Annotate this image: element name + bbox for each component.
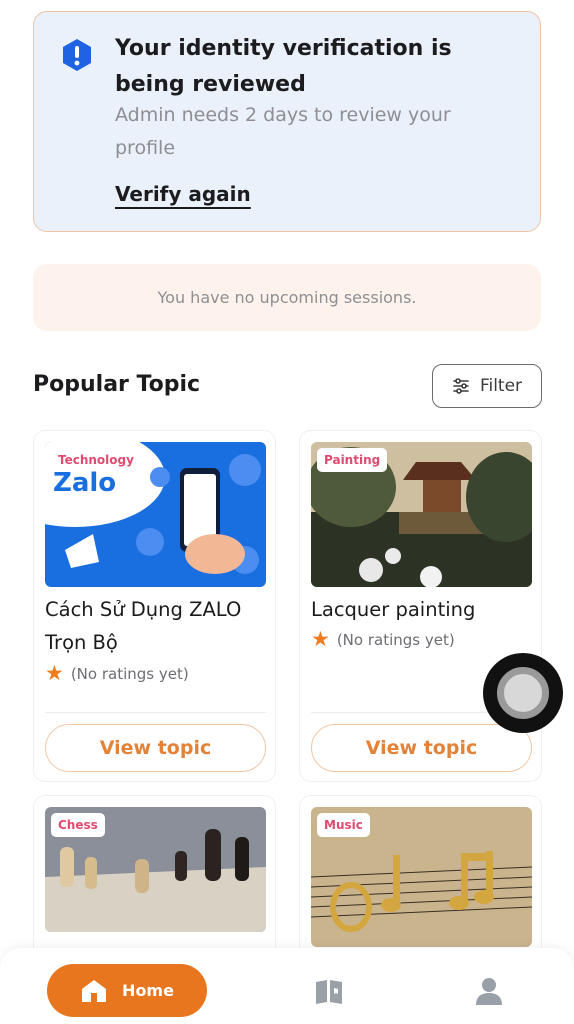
view-topic-button[interactable]: View topic [45, 724, 266, 772]
category-badge: Painting [317, 448, 388, 472]
profile-icon[interactable] [474, 976, 504, 1006]
alert-shield-icon [63, 39, 91, 71]
topic-name: Lacquer painting [311, 598, 476, 621]
category-badge: Music [317, 813, 370, 837]
home-icon [82, 979, 107, 1002]
filter-label: Filter [479, 376, 523, 396]
topic-rating: ★ (No ratings yet) [311, 629, 455, 650]
verification-card: Your identity verification is being revi… [33, 11, 541, 232]
nav-home-label: Home [122, 981, 174, 1000]
view-topic-button[interactable]: View topic [311, 724, 532, 772]
topic-image: Music [311, 807, 532, 947]
topic-image: Chess [45, 807, 266, 932]
rating-text: (No ratings yet) [70, 664, 189, 683]
bottom-navigation: Home [0, 948, 574, 1024]
verification-title: Your identity verification is being revi… [115, 36, 452, 97]
topic-image: Painting [311, 442, 532, 587]
verification-description: Admin needs 2 days to review your profil… [115, 104, 451, 159]
zalo-logo: Zalo [53, 468, 117, 498]
topic-image: Technology Zalo [45, 442, 266, 587]
assistive-button-inner [497, 667, 549, 719]
rating-text: (No ratings yet) [336, 630, 455, 649]
star-icon: ★ [311, 627, 330, 651]
sliders-icon [453, 378, 469, 394]
topic-card[interactable]: Technology Zalo Cách Sử Dụng ZALO Trọn B… [33, 430, 276, 782]
verify-again-link[interactable]: Verify again [115, 182, 251, 206]
star-icon: ★ [45, 661, 64, 685]
topic-rating: ★ (No ratings yet) [45, 663, 189, 684]
topic-name: Cách Sử Dụng ZALO Trọn Bộ [45, 598, 242, 654]
book-icon[interactable] [314, 976, 344, 1006]
nav-home-button[interactable]: Home [47, 964, 207, 1017]
floating-assistive-button[interactable] [483, 653, 563, 733]
section-title: Popular Topic [33, 372, 201, 397]
filter-button[interactable]: Filter [432, 364, 542, 408]
divider [45, 712, 266, 713]
upcoming-sessions-empty: You have no upcoming sessions. [33, 264, 541, 331]
category-badge: Chess [51, 813, 105, 837]
